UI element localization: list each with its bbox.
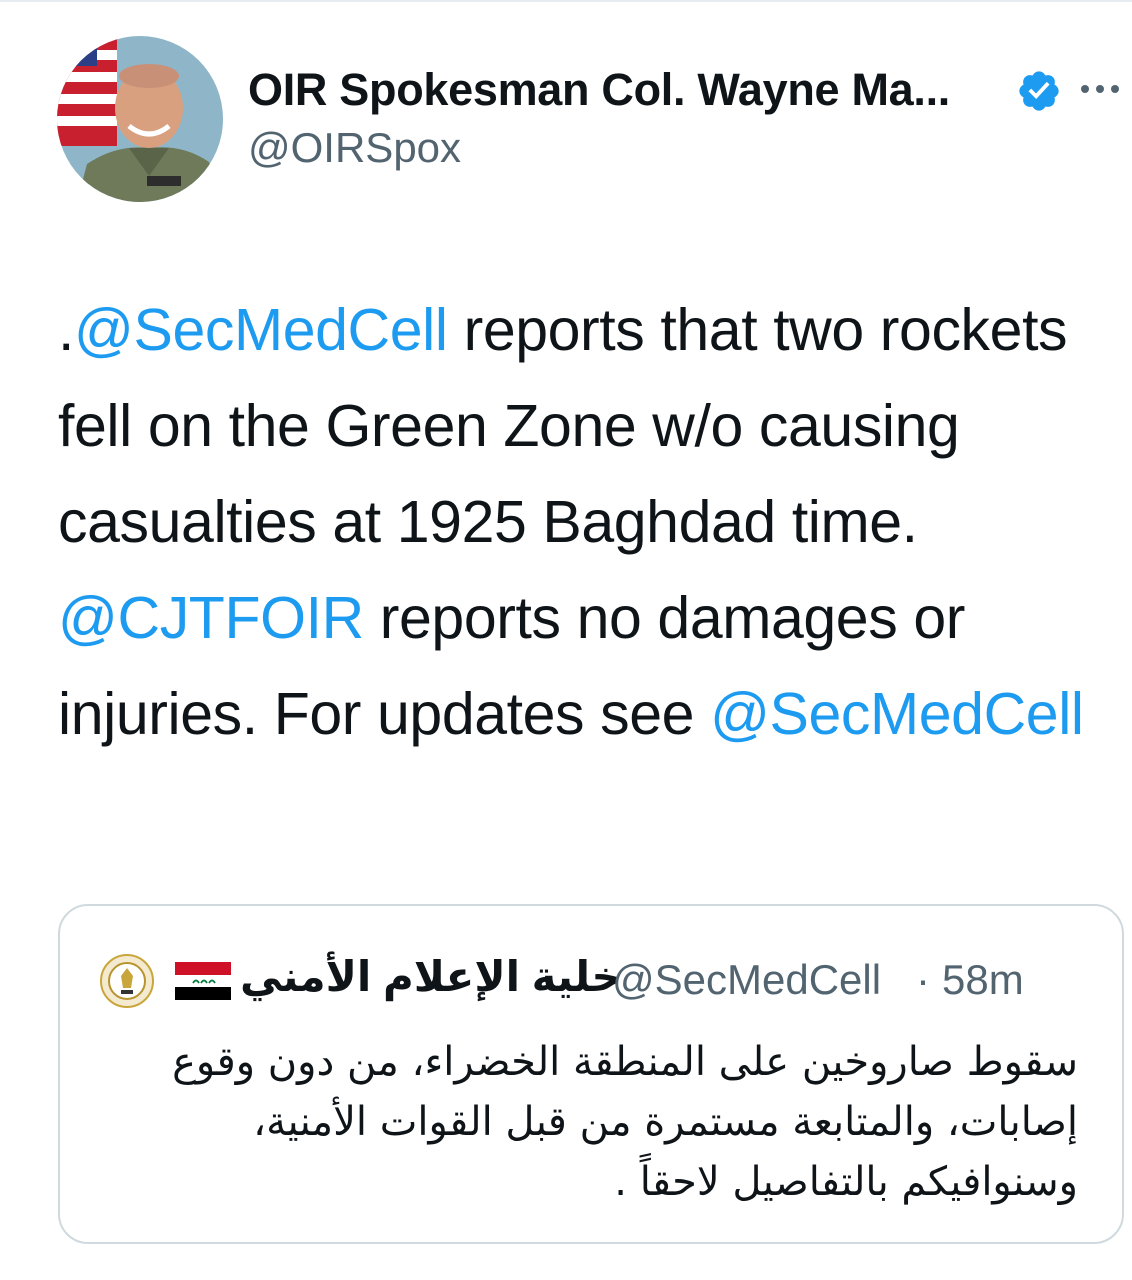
- quoted-display-name[interactable]: خلية الإعلام الأمني: [240, 952, 622, 1001]
- more-options-icon[interactable]: [1078, 82, 1122, 96]
- author-handle[interactable]: @OIRSpox: [248, 124, 461, 172]
- avatar-photo: [57, 36, 223, 202]
- tweet-text-segment: .: [58, 297, 74, 363]
- security-media-cell-logo-icon: [100, 954, 154, 1008]
- mention-link[interactable]: @SecMedCell: [710, 681, 1084, 747]
- iraq-flag-icon: [175, 962, 231, 1000]
- mention-link[interactable]: @SecMedCell: [74, 297, 448, 363]
- verified-badge-icon: [1019, 71, 1059, 111]
- quoted-tweet-card[interactable]: خلية الإعلام الأمني @SecMedCell · 58m سق…: [58, 904, 1124, 1244]
- quoted-tweet-text: سقوط صاروخين على المنطقة الخضراء، من دون…: [172, 1039, 1078, 1205]
- quoted-timestamp[interactable]: 58m: [942, 956, 1024, 1004]
- quoted-handle[interactable]: @SecMedCell: [612, 956, 881, 1004]
- author-avatar[interactable]: [57, 36, 223, 202]
- author-display-name[interactable]: OIR Spokesman Col. Wayne Ma...: [248, 64, 950, 116]
- tweet-body: .@SecMedCell reports that two rockets fe…: [58, 282, 1128, 762]
- separator-dot: ·: [916, 956, 930, 1003]
- divider: [0, 0, 1132, 2]
- mention-link[interactable]: @CJTFOIR: [58, 585, 364, 651]
- tweet-screen: OIR Spokesman Col. Wayne Ma... @OIRSpox …: [0, 0, 1132, 1280]
